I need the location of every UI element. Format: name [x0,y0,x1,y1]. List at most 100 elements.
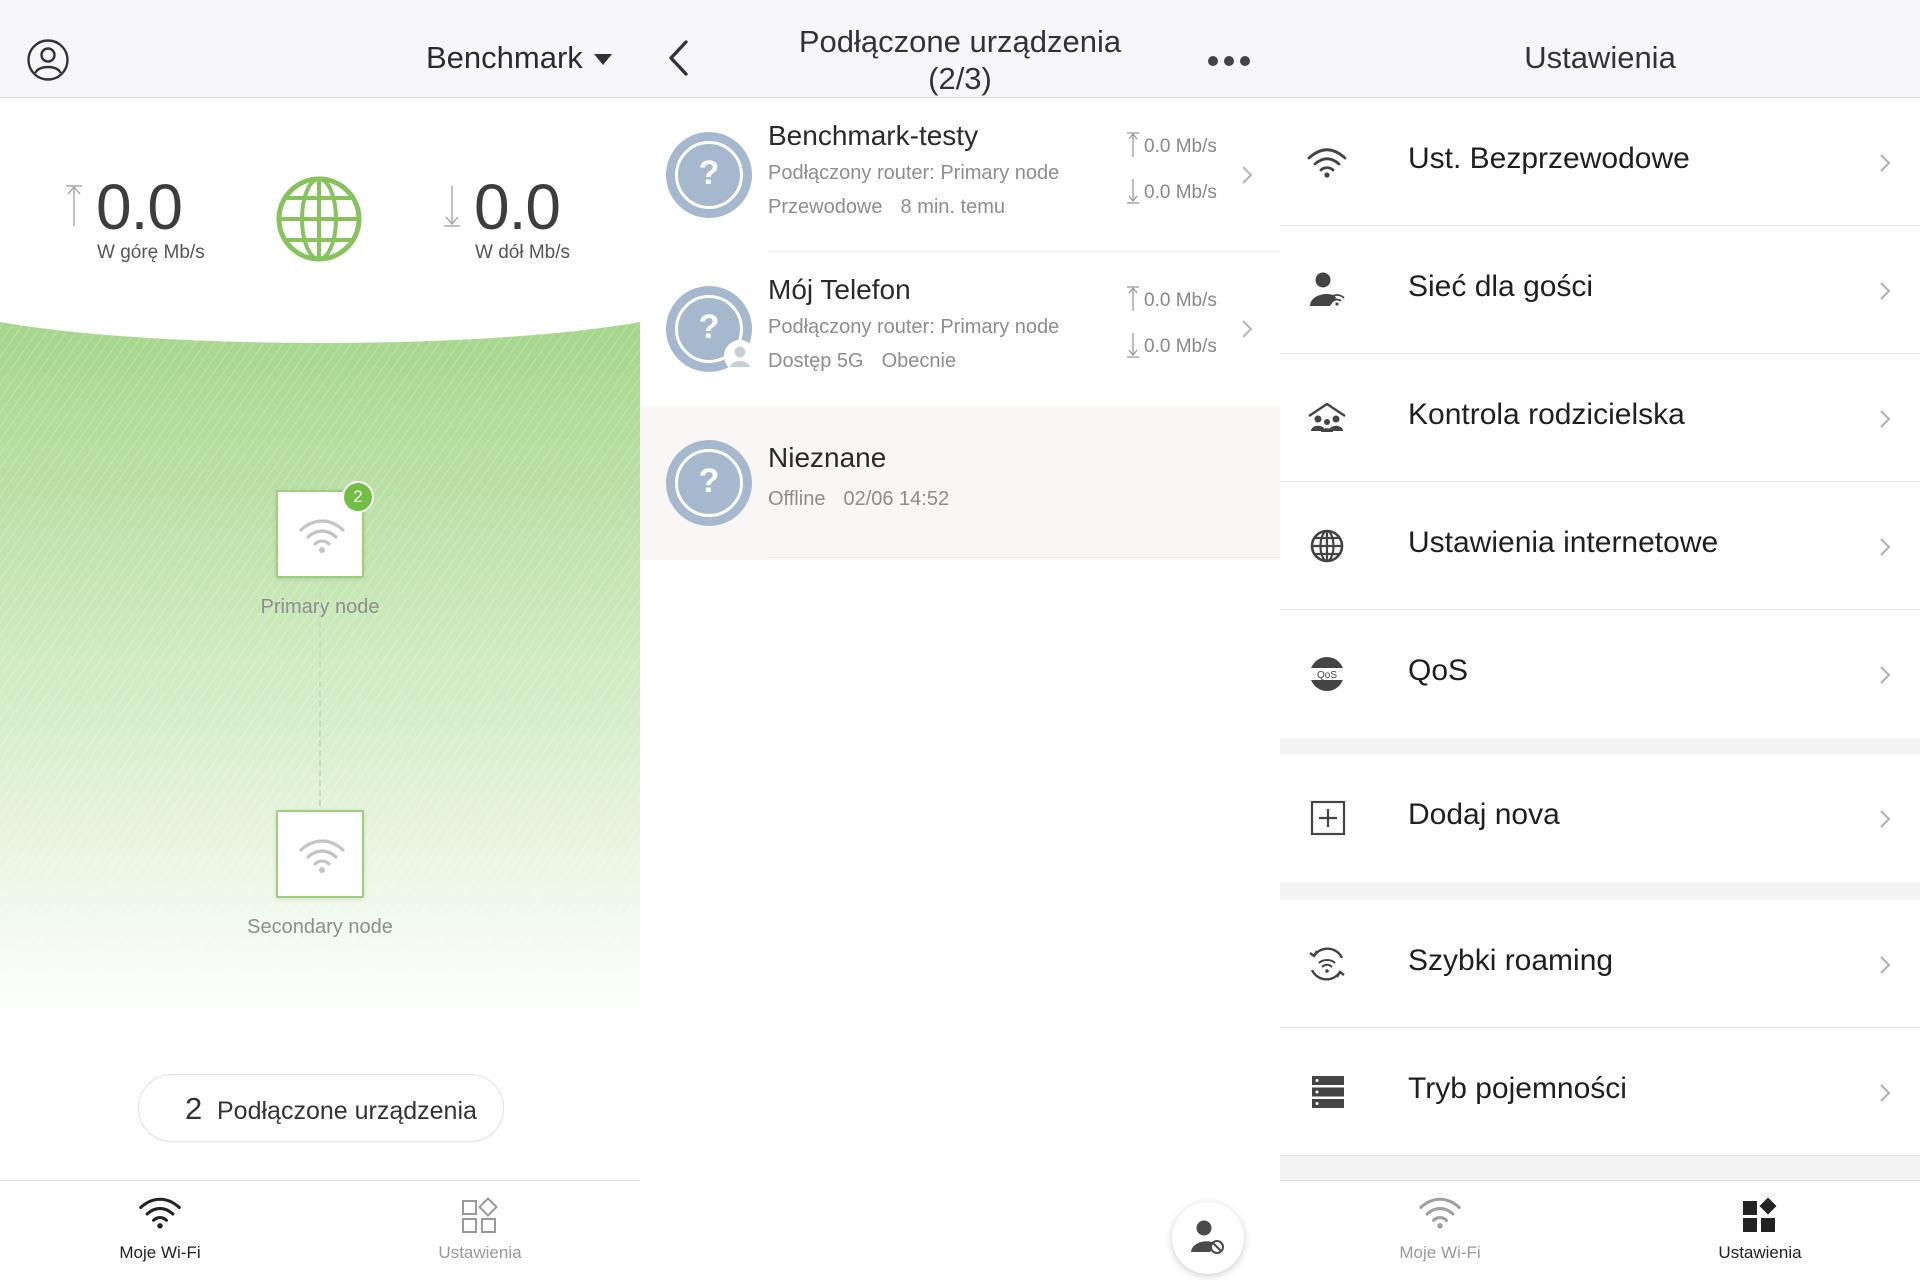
top-bar: Benchmark [0,0,640,98]
family-icon [1308,402,1346,432]
device-row[interactable]: ? Nieznane Offline 02/06 14:52 [640,406,1280,560]
chevron-down-icon[interactable] [594,54,612,65]
download-speed-value: 0.0 [474,171,561,243]
section-divider [1280,738,1920,754]
settings-item-internet[interactable]: Ustawienia internetowe [1280,482,1920,610]
download-arrow-icon [1127,179,1139,204]
device-row[interactable]: ? Benchmark-testy Podłączony router: Pri… [640,98,1280,252]
chevron-right-icon [1880,538,1891,556]
section-divider [1280,1156,1920,1180]
device-connection: Dostęp 5G Obecnie [768,350,957,372]
secondary-node-label: Secondary node [247,916,393,938]
settings-item-fast-roaming[interactable]: Szybki roaming [1280,900,1920,1028]
tab-my-wifi[interactable]: Moje Wi-Fi [0,1181,320,1280]
profile-icon[interactable] [26,38,70,82]
device-status: Offline 02/06 14:52 [768,488,950,510]
download-arrow-icon [444,186,460,227]
chevron-right-icon [1242,166,1253,184]
roaming-icon [1309,947,1345,981]
tab-my-wifi-label: Moje Wi-Fi [1399,1243,1481,1262]
tab-bar: Moje Wi-Fi Ustawienia [0,1180,640,1280]
chevron-right-icon [1880,154,1891,172]
section-divider [1280,882,1920,900]
tab-settings[interactable]: Ustawienia [1600,1181,1920,1280]
globe-icon [1310,529,1344,563]
page-title: Ustawienia [1524,40,1676,75]
chevron-right-icon [1242,320,1253,338]
download-rate: 0.0 Mb/s [1126,332,1217,358]
device-router: Podłączony router: Primary node [768,162,1060,184]
settings-item-guest-network[interactable]: Sieć dla gości [1280,226,1920,354]
tab-settings-label: Ustawienia [1718,1243,1802,1262]
svg-text:QoS: QoS [1317,670,1337,681]
chevron-right-icon [1880,810,1891,828]
qos-icon: QoS [1310,657,1344,691]
settings-item-qos[interactable]: QoS QoS [1280,610,1920,738]
user-blocked-icon [1191,1220,1224,1254]
device-name: Benchmark-testy [768,120,979,151]
wifi-icon [1307,148,1347,178]
device-row[interactable]: ? Mój Telefon Podłączony router: Primary… [640,252,1280,406]
tab-settings[interactable]: Ustawienia [320,1181,640,1280]
internet-globe-icon [276,176,362,262]
chevron-right-icon [1880,410,1891,428]
settings-item-parental-control[interactable]: Kontrola rodzicielska [1280,354,1920,482]
settings-item-label: Dodaj nova [1408,798,1560,831]
wifi-icon [139,1197,181,1229]
my-wifi-screen: Benchmark 0.0 W górę Mb/s 0.0 W dół Mb/s [0,0,640,1280]
settings-item-label: Tryb pojemności [1408,1072,1627,1105]
connected-devices-count: 2 [185,1091,203,1126]
wifi-icon [299,519,345,553]
owner-user-icon [724,340,756,372]
device-name: Nieznane [768,442,887,473]
download-arrow-icon [1127,333,1139,358]
tab-bar: Moje Wi-Fi Ustawienia [1280,1180,1920,1280]
blocked-devices-button[interactable] [1172,1202,1244,1274]
tab-my-wifi-label: Moje Wi-Fi [119,1243,201,1262]
download-rate: 0.0 Mb/s [1126,178,1217,204]
wifi-icon [1419,1197,1461,1229]
server-icon [1312,1076,1344,1108]
chevron-right-icon [1880,956,1891,974]
settings-item-label: Kontrola rodzicielska [1408,398,1685,431]
settings-item-label: QoS [1408,654,1469,687]
node-link-line [319,592,321,806]
network-selector[interactable]: Benchmark [426,40,583,76]
top-bar: Podłączone urządzenia (2/3) [640,0,1280,98]
device-name: Mój Telefon [768,274,911,305]
settings-item-capacity-mode[interactable]: Tryb pojemności [1280,1028,1920,1156]
top-bar: Ustawienia [1280,0,1920,98]
download-speed-label: W dół Mb/s [475,242,571,263]
unknown-device-icon: ? [666,132,752,218]
tab-settings-label: Ustawienia [438,1243,522,1262]
settings-item-label: Szybki roaming [1408,944,1614,977]
device-connection: Przewodowe 8 min. temu [768,196,1005,218]
upload-arrow-icon [66,185,82,226]
settings-item-add-nova[interactable]: Dodaj nova [1280,754,1920,882]
connected-count-badge: 2 [342,481,374,513]
connected-devices-label: Podłączone urządzenia [217,1097,477,1125]
device-router: Podłączony router: Primary node [768,316,1060,338]
upload-rate: 0.0 Mb/s [1126,286,1217,312]
more-options-icon[interactable] [1208,53,1256,71]
upload-speed-value: 0.0 [96,171,183,243]
back-arrow-icon[interactable] [666,38,692,78]
settings-item-label: Ust. Bezprzewodowe [1408,142,1690,175]
connected-devices-button[interactable]: 2 Podłączone urządzenia [138,1074,504,1142]
grid-icon [1743,1197,1777,1232]
page-title-count: (2/3) [928,61,992,96]
tab-my-wifi[interactable]: Moje Wi-Fi [1280,1181,1600,1280]
chevron-right-icon [1880,1084,1891,1102]
settings-item-label: Ustawienia internetowe [1408,526,1719,559]
unknown-device-icon: ? [666,440,752,526]
chevron-right-icon [1880,666,1891,684]
settings-item-wireless[interactable]: Ust. Bezprzewodowe [1280,98,1920,226]
guest-user-icon [1310,272,1345,306]
page-title: Podłączone urządzenia [798,24,1122,59]
upload-rate: 0.0 Mb/s [1126,132,1217,158]
upload-arrow-icon [1127,132,1139,157]
settings-screen: Ustawienia Ust. Bezprzewodowe Sieć dla g… [1280,0,1920,1280]
connected-devices-screen: Podłączone urządzenia (2/3) ? Benchmark-… [640,0,1280,1280]
secondary-node-card[interactable] [276,810,364,898]
chevron-right-icon [1880,282,1891,300]
